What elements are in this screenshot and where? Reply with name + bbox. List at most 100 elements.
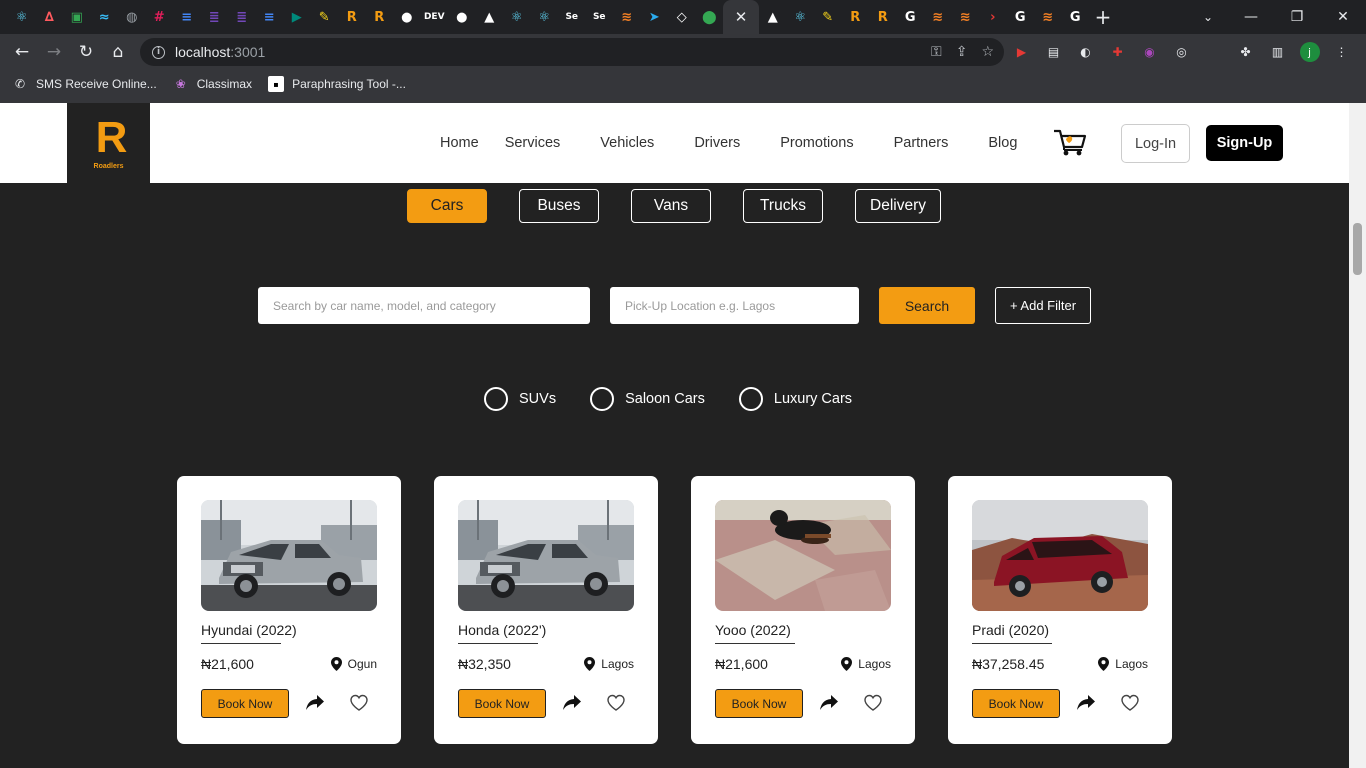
favorite-heart-icon[interactable]	[1120, 694, 1140, 712]
signup-button[interactable]: Sign-Up	[1206, 125, 1283, 161]
browser-tab[interactable]: ≋	[613, 0, 641, 34]
browser-tab[interactable]: G	[897, 0, 925, 34]
category-tab-cars[interactable]: Cars	[407, 189, 487, 223]
active-browser-tab[interactable]: ✕	[723, 0, 759, 34]
forward-icon[interactable]: →	[38, 36, 70, 68]
site-info-icon[interactable]: i	[152, 45, 165, 59]
car-title[interactable]: Honda (2022')	[458, 622, 546, 638]
bookmark-item[interactable]: ❀ Classimax	[173, 76, 252, 92]
browser-tab[interactable]: ≣	[228, 0, 256, 34]
side-panel-icon[interactable]: ▥	[1266, 41, 1289, 64]
share-icon[interactable]	[562, 694, 582, 712]
browser-tab[interactable]: ⚛	[531, 0, 559, 34]
car-title[interactable]: Yooo (2022)	[715, 622, 791, 638]
nav-link-drivers[interactable]: Drivers	[694, 135, 740, 151]
browser-tab[interactable]: R	[366, 0, 394, 34]
browser-tab[interactable]: Se	[586, 0, 614, 34]
car-image[interactable]	[201, 500, 377, 611]
favorite-heart-icon[interactable]	[606, 694, 626, 712]
browser-tab[interactable]: ⚛	[787, 0, 815, 34]
key-icon[interactable]: ⚿	[931, 44, 942, 60]
radio-button[interactable]	[590, 387, 615, 411]
extension-target-icon[interactable]: ◎	[1170, 41, 1193, 64]
browser-tab[interactable]: ●	[393, 0, 421, 34]
url-text[interactable]: localhost:3001	[175, 44, 265, 60]
browser-tab[interactable]: ✎	[311, 0, 339, 34]
browser-tab[interactable]: R	[842, 0, 870, 34]
car-title[interactable]: Hyundai (2022)	[201, 622, 297, 638]
favorite-heart-icon[interactable]	[863, 694, 883, 712]
browser-tab[interactable]: ▲	[759, 0, 787, 34]
browser-tab[interactable]: G	[1007, 0, 1035, 34]
category-tab-delivery[interactable]: Delivery	[855, 189, 941, 223]
browser-tab[interactable]: ⚛	[8, 0, 36, 34]
share-page-icon[interactable]: ⇪	[956, 44, 968, 60]
browser-tab[interactable]: ≈	[91, 0, 119, 34]
tab-search-icon[interactable]: ⌄	[1188, 0, 1228, 34]
car-type-option[interactable]: Saloon Cars	[590, 387, 705, 411]
browser-tab[interactable]: ⬤	[696, 0, 724, 34]
profile-avatar[interactable]: j	[1298, 41, 1321, 64]
minimize-icon[interactable]: —	[1228, 0, 1274, 34]
browser-tab[interactable]: ≋	[952, 0, 980, 34]
browser-tab[interactable]: ≡	[256, 0, 284, 34]
home-icon[interactable]: ⌂	[102, 36, 134, 68]
roadlers-logo[interactable]: R Roadlers	[67, 103, 150, 183]
car-image[interactable]	[972, 500, 1148, 611]
browser-tab[interactable]: ◇	[668, 0, 696, 34]
browser-tab[interactable]: Se	[558, 0, 586, 34]
book-now-button[interactable]: Book Now	[201, 689, 289, 718]
browser-tab[interactable]: ▣	[63, 0, 91, 34]
category-tab-buses[interactable]: Buses	[519, 189, 599, 223]
browser-tab[interactable]: DEV	[421, 0, 449, 34]
extension-blank-icon[interactable]	[1202, 41, 1225, 64]
nav-link-services[interactable]: Services	[505, 135, 561, 151]
extension-color-icon[interactable]: ◉	[1138, 41, 1161, 64]
share-icon[interactable]	[819, 694, 839, 712]
extension-puzzle-red-icon[interactable]: ✚	[1106, 41, 1129, 64]
browser-tab[interactable]: #	[146, 0, 174, 34]
car-title[interactable]: Pradi (2020)	[972, 622, 1049, 638]
login-button[interactable]: Log-In	[1121, 124, 1190, 163]
browser-tab[interactable]: ≣	[201, 0, 229, 34]
bookmark-item[interactable]: ▪ Paraphrasing Tool -...	[268, 76, 406, 92]
pickup-location-input[interactable]	[610, 287, 859, 324]
reload-icon[interactable]: ↻	[70, 36, 102, 68]
browser-tab[interactable]: ▲	[476, 0, 504, 34]
browser-tab[interactable]: G	[1062, 0, 1090, 34]
radio-button[interactable]	[484, 387, 508, 411]
browser-tab[interactable]: R	[338, 0, 366, 34]
search-button[interactable]: Search	[879, 287, 975, 324]
scrollbar-thumb[interactable]	[1353, 223, 1362, 275]
bookmark-item[interactable]: ✆ SMS Receive Online...	[12, 76, 157, 92]
book-now-button[interactable]: Book Now	[972, 689, 1060, 718]
new-tab-icon[interactable]: +	[1089, 0, 1117, 34]
extension-screenshot-icon[interactable]: ▤	[1042, 41, 1065, 64]
nav-link-blog[interactable]: Blog	[988, 135, 1017, 151]
browser-tab[interactable]: R	[869, 0, 897, 34]
extensions-puzzle-icon[interactable]: ✤	[1234, 41, 1257, 64]
browser-tab[interactable]: ≋	[924, 0, 952, 34]
browser-tab[interactable]: ⚛	[503, 0, 531, 34]
close-window-icon[interactable]: ✕	[1320, 0, 1366, 34]
browser-tab[interactable]: ◍	[118, 0, 146, 34]
back-icon[interactable]: ←	[6, 36, 38, 68]
share-icon[interactable]	[305, 694, 325, 712]
nav-link-vehicles[interactable]: Vehicles	[600, 135, 654, 151]
extension-record-icon[interactable]: ▶	[1010, 41, 1033, 64]
extension-circle-icon[interactable]: ◐	[1074, 41, 1097, 64]
car-image[interactable]	[458, 500, 634, 611]
car-type-option[interactable]: Luxury Cars	[738, 387, 852, 411]
browser-tab[interactable]: ∆	[36, 0, 64, 34]
cart-icon[interactable]	[1052, 127, 1088, 159]
browser-tab[interactable]: ≡	[173, 0, 201, 34]
browser-tab[interactable]: ●	[448, 0, 476, 34]
menu-kebab-icon[interactable]: ⋮	[1330, 41, 1353, 64]
bookmark-star-icon[interactable]: ☆	[981, 44, 994, 60]
car-type-option[interactable]: SUVs	[484, 387, 556, 411]
page-scrollbar[interactable]	[1349, 103, 1366, 768]
browser-tab[interactable]: ›	[979, 0, 1007, 34]
share-icon[interactable]	[1076, 694, 1096, 712]
nav-link-partners[interactable]: Partners	[894, 135, 949, 151]
category-tab-trucks[interactable]: Trucks	[743, 189, 823, 223]
